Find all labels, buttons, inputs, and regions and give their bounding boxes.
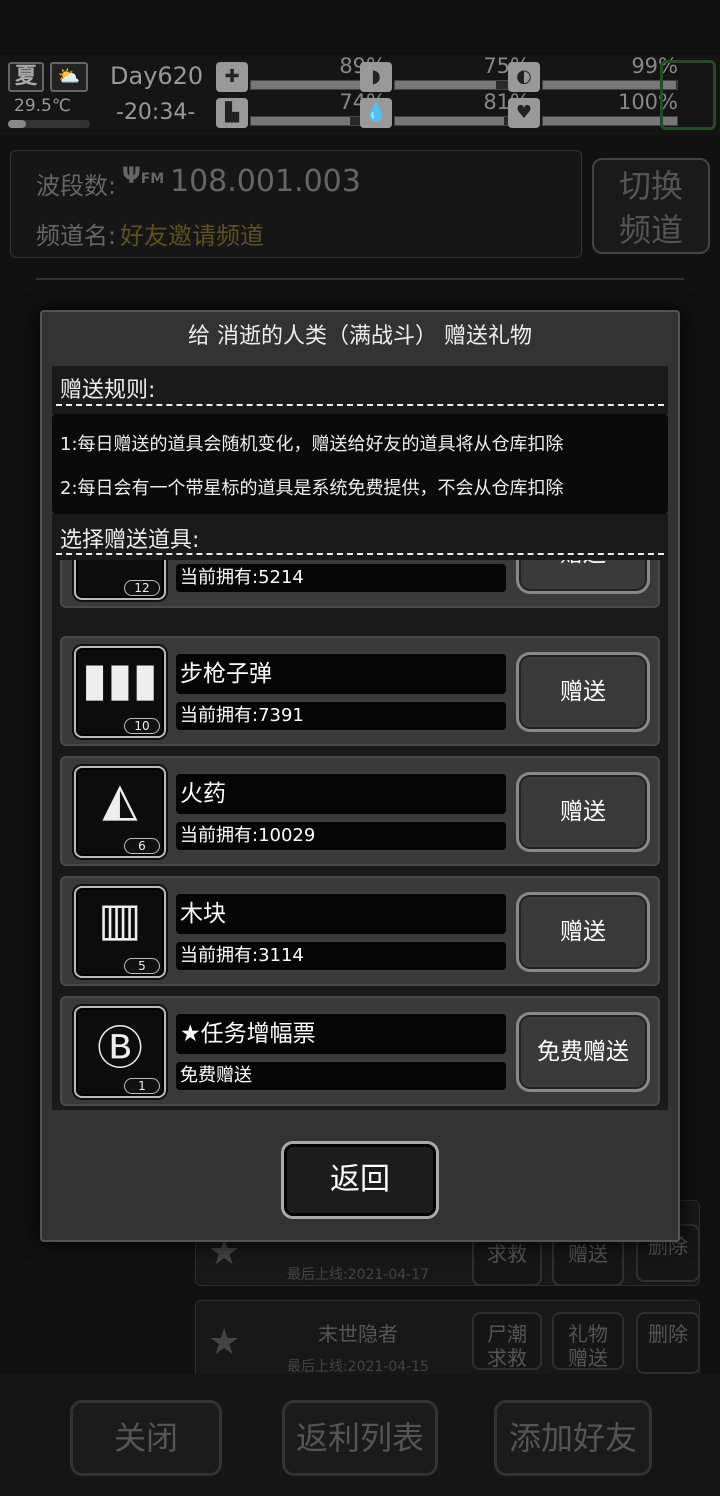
boot-icon: ▙ — [216, 98, 248, 128]
band-label: 波段数: — [36, 172, 117, 200]
gift-item-row: ▮▮▮ 10 步枪子弹 当前拥有:7391 赠送 — [60, 636, 660, 746]
friend-name: 末世隐者 — [318, 1322, 398, 1346]
rebate-list-button[interactable]: 返利列表 — [282, 1400, 438, 1476]
stat-bar — [542, 116, 678, 126]
item-owned: 当前拥有:3114 — [176, 942, 506, 970]
clock: -20:34- — [116, 100, 196, 125]
item-count-badge: 6 — [124, 838, 160, 854]
item-owned: 当前拥有:10029 — [176, 822, 506, 850]
back-button[interactable]: 返回 — [281, 1141, 439, 1219]
item-icon-frame: ▥ 5 — [74, 886, 166, 978]
item-list[interactable]: ✕ 12 当前拥有:5214 赠送 ▮▮▮ 10 步枪子弹 当前拥有:7391 … — [52, 560, 668, 1110]
mission-ticket-icon: Ⓑ — [97, 1021, 143, 1075]
heart-icon: ♥ — [508, 98, 540, 128]
gift-item-row: ◭ 6 火药 当前拥有:10029 赠送 — [60, 756, 660, 866]
item-name: ★任务增幅票 — [176, 1014, 506, 1054]
item-count-badge: 5 — [124, 958, 160, 974]
cloud-sun-icon: ⛅ — [50, 62, 88, 92]
medkit-icon: ✚ — [216, 62, 248, 92]
item-owned: 免费赠送 — [176, 1062, 506, 1090]
gift-button[interactable]: 礼物 赠送 — [552, 1312, 624, 1370]
item-owned: 当前拥有:5214 — [176, 564, 506, 592]
item-icon-frame: Ⓑ 1 — [74, 1006, 166, 1098]
last-online: 最后上线:2021-04-17 — [286, 1267, 430, 1283]
gift-button[interactable]: 赠送 — [516, 560, 650, 594]
antenna-fm-icon: ΨFM — [122, 164, 165, 189]
item-icon-frame: ▮▮▮ 10 — [74, 646, 166, 738]
item-name: 步枪子弹 — [176, 654, 506, 694]
item-count-badge: 12 — [124, 580, 160, 596]
dashed-divider — [56, 404, 664, 406]
gift-item-row: ✕ 12 当前拥有:5214 赠送 — [60, 560, 660, 608]
add-friend-button[interactable]: 添加好友 — [494, 1400, 652, 1476]
gunpowder-icon: ◭ — [102, 772, 138, 826]
divider — [36, 278, 684, 280]
frequency-value: 108.001.003 — [170, 164, 361, 199]
channel-name-value: 好友邀请频道 — [120, 222, 264, 250]
water-drop-icon: 💧 — [360, 98, 392, 128]
delete-button[interactable]: 删除 — [636, 1312, 700, 1374]
zombie-help-button[interactable]: 尸潮 求救 — [472, 1312, 542, 1370]
item-name: 木块 — [176, 894, 506, 934]
temperature-bar — [8, 120, 90, 128]
rules-title: 赠送规则: — [60, 378, 156, 403]
bandage-icon: ✕ — [76, 560, 164, 568]
item-name: 火药 — [176, 774, 506, 814]
select-title: 选择赠送道具: — [60, 528, 200, 553]
close-button[interactable]: 关闭 — [70, 1400, 222, 1476]
rule-line: 2:每日会有一个带星标的道具是系统免费提供，不会从仓库扣除 — [60, 478, 564, 499]
gift-button[interactable]: 赠送 — [516, 772, 650, 852]
item-count-badge: 10 — [124, 718, 160, 734]
item-owned: 当前拥有:7391 — [176, 702, 506, 730]
star-icon[interactable]: ★ — [208, 1322, 240, 1363]
item-icon-frame: ✕ 12 — [74, 560, 166, 600]
switch-channel-button[interactable]: 切换 频道 — [592, 158, 710, 254]
rifle-bullets-icon: ▮▮▮ — [82, 652, 158, 706]
channel-name-label: 频道名: — [36, 222, 117, 250]
gift-item-row: Ⓑ 1 ★任务增幅票 免费赠送 免费赠送 — [60, 996, 660, 1106]
gift-button[interactable]: 赠送 — [516, 652, 650, 732]
stomach-icon: ◗ — [360, 62, 392, 92]
gift-button[interactable]: 赠送 — [516, 892, 650, 972]
dialog-title: 给 消逝的人类（满战斗） 赠送礼物 — [188, 324, 532, 349]
stat-bar — [542, 80, 678, 90]
temperature-label: 29.5℃ — [14, 96, 71, 116]
free-gift-button[interactable]: 免费赠送 — [516, 1012, 650, 1092]
day-counter: Day620 — [110, 62, 204, 90]
item-icon-frame: ◭ 6 — [74, 766, 166, 858]
dashed-divider — [56, 553, 664, 555]
stat-value: 100% — [617, 90, 678, 114]
stat-value: 99% — [631, 54, 678, 78]
last-online: 最后上线:2021-04-15 — [286, 1359, 430, 1375]
rule-line: 1:每日赠送的道具会随机变化，赠送给好友的道具将从仓库扣除 — [60, 434, 564, 455]
pill-icon: ◐ — [508, 62, 540, 92]
item-count-badge: 1 — [124, 1078, 160, 1094]
season-indicator: 夏 — [8, 62, 44, 92]
backpack-slot[interactable] — [660, 60, 716, 130]
wood-block-icon: ▥ — [98, 892, 142, 946]
gift-item-row: ▥ 5 木块 当前拥有:3114 赠送 — [60, 876, 660, 986]
